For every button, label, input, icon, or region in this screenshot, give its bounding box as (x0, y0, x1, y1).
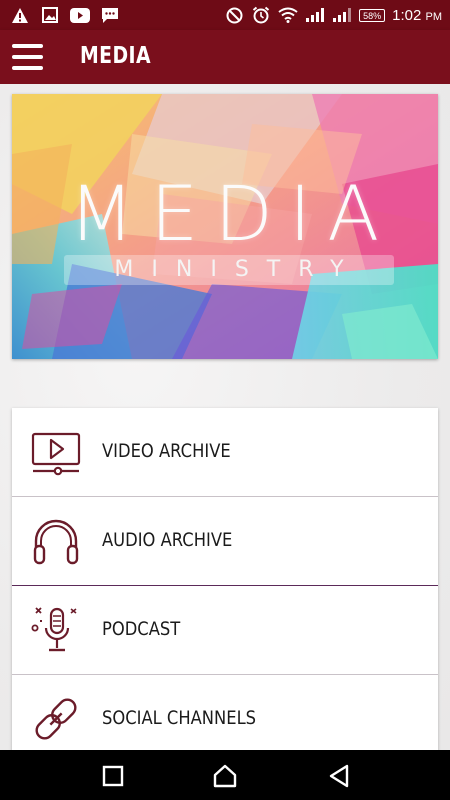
back-triangle-icon[interactable] (325, 762, 353, 790)
signal-icon (332, 5, 352, 25)
status-bar: 58% 1:02 PM (0, 0, 450, 30)
system-status: 58% 1:02 PM (224, 5, 442, 25)
wifi-icon (278, 5, 298, 25)
banner-subtitle: MINISTRY (114, 257, 362, 282)
headphones-icon (33, 519, 79, 565)
signal-icon (305, 5, 325, 25)
video-player-icon (31, 432, 81, 476)
hamburger-menu-icon[interactable] (12, 44, 43, 70)
menu-item-label: AUDIO ARCHIVE (102, 529, 233, 551)
app-bar: MEDIA (0, 30, 450, 84)
message-icon (100, 5, 120, 25)
banner-title: MEDIA (68, 169, 396, 258)
menu-item-audio-archive[interactable]: AUDIO ARCHIVE (12, 497, 438, 586)
do-not-disturb-icon (224, 5, 244, 25)
youtube-icon (70, 5, 90, 25)
home-icon[interactable] (211, 762, 239, 790)
clock-ampm: PM (425, 10, 443, 23)
recents-square-icon[interactable] (99, 762, 127, 790)
battery-indicator: 58% (359, 8, 386, 22)
media-menu-list: VIDEO ARCHIVE AUDIO ARCHIVE PODCAST SOCI… (12, 408, 438, 764)
chain-link-icon (35, 698, 77, 740)
menu-item-label: VIDEO ARCHIVE (102, 440, 231, 462)
notification-icons (10, 5, 120, 25)
menu-item-video-archive[interactable]: VIDEO ARCHIVE (12, 408, 438, 497)
banner-subtitle-strip: MINISTRY (64, 255, 394, 285)
microphone-icon (31, 607, 77, 652)
warning-icon (10, 5, 30, 25)
alarm-icon (251, 5, 271, 25)
clock: 1:02 PM (392, 7, 442, 24)
clock-time: 1:02 (392, 6, 422, 24)
menu-item-label: PODCAST (102, 618, 181, 640)
menu-item-label: SOCIAL CHANNELS (102, 707, 257, 729)
system-navigation-bar (0, 750, 450, 800)
page-title: MEDIA (80, 43, 151, 69)
menu-item-podcast[interactable]: PODCAST (12, 586, 438, 675)
media-ministry-banner: MEDIA MINISTRY (12, 94, 438, 359)
image-icon (40, 5, 60, 25)
